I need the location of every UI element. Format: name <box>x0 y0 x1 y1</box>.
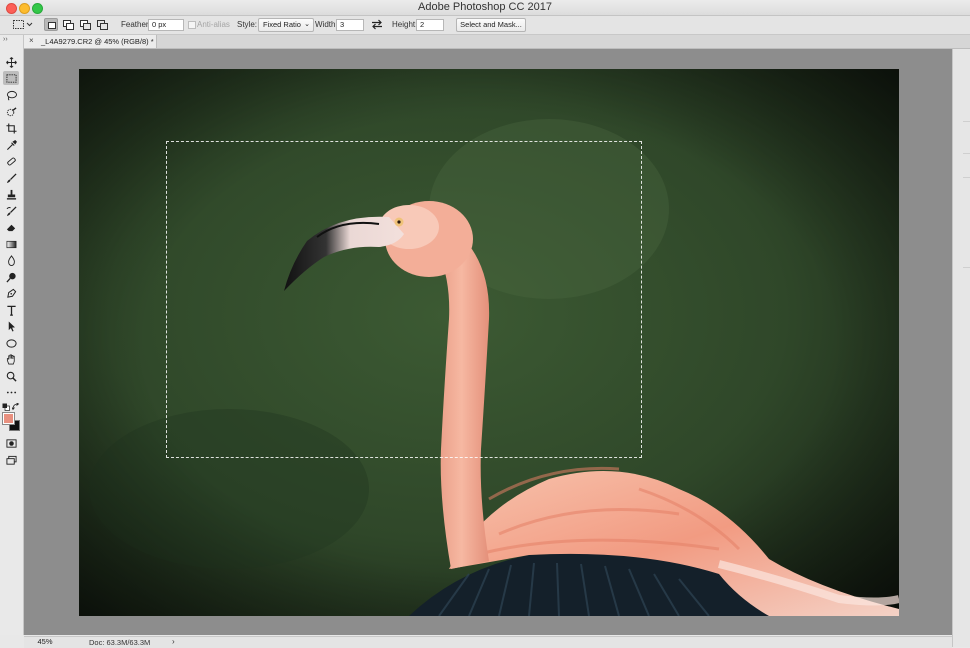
foreground-color-swatch[interactable] <box>2 412 15 425</box>
quick-selection-tool-icon[interactable] <box>3 105 19 119</box>
rectangular-marquee-tool-icon[interactable] <box>3 71 19 85</box>
eraser-tool-icon[interactable] <box>3 220 19 234</box>
blur-tool-icon[interactable] <box>3 253 19 267</box>
path-selection-tool-icon[interactable] <box>3 319 19 333</box>
subtract-from-selection-button[interactable] <box>78 18 92 31</box>
select-and-mask-button[interactable]: Select and Mask... <box>456 18 526 32</box>
width-input[interactable]: 3 <box>336 19 364 31</box>
status-menu-arrow-icon[interactable]: › <box>172 637 175 646</box>
selection-marquee[interactable] <box>166 141 642 458</box>
intersect-selection-button[interactable] <box>95 18 109 31</box>
document-tab-strip: × _L4A9279.CR2 @ 45% (RGB/8) * <box>24 35 970 49</box>
marquee-preset-icon <box>13 20 33 29</box>
swap-arrows-icon[interactable] <box>371 19 383 30</box>
chevron-down-icon: ⌄ <box>304 21 310 28</box>
collapse-panel-icon[interactable]: ›› <box>3 36 8 43</box>
feather-label: Feather: <box>121 20 151 29</box>
tool-preset-picker[interactable] <box>12 19 34 30</box>
lasso-tool-icon[interactable] <box>3 88 19 102</box>
hand-tool-icon[interactable] <box>3 352 19 366</box>
gradient-tool-icon[interactable] <box>3 237 19 251</box>
screen-mode-icon[interactable] <box>3 453 19 467</box>
quick-mask-icon[interactable] <box>3 436 19 450</box>
height-label: Height: <box>392 20 418 29</box>
ellipse-tool-icon[interactable] <box>3 336 19 350</box>
style-select-value: Fixed Ratio <box>263 20 301 29</box>
default-colors-icon[interactable] <box>2 402 10 411</box>
dodge-tool-icon[interactable] <box>3 270 19 284</box>
close-document-icon[interactable]: × <box>29 36 34 45</box>
type-tool-icon[interactable] <box>3 303 19 317</box>
title-bar: Adobe Photoshop CC 2017 <box>0 0 970 16</box>
right-panel-dock[interactable] <box>952 49 970 647</box>
new-selection-button[interactable] <box>44 18 58 31</box>
options-bar: Feather: 0 px Anti-alias Style: Fixed Ra… <box>0 16 970 35</box>
anti-alias-checkbox[interactable] <box>188 21 196 29</box>
pen-tool-icon[interactable] <box>3 286 19 300</box>
clone-stamp-icon[interactable] <box>3 187 19 201</box>
style-select[interactable]: Fixed Ratio ⌄ <box>258 18 314 32</box>
move-tool-icon[interactable] <box>3 55 19 69</box>
swap-colors-icon[interactable] <box>11 402 20 411</box>
tools-panel: ›› <box>0 35 24 635</box>
zoom-level-field[interactable]: 45% <box>28 637 62 647</box>
document-size-info: Doc: 63.3M/63.3M <box>89 638 151 647</box>
history-brush-icon[interactable] <box>3 204 19 218</box>
more-tools-icon[interactable] <box>3 385 19 399</box>
style-label: Style: <box>237 20 258 29</box>
app-title: Adobe Photoshop CC 2017 <box>418 1 552 13</box>
status-bar: 45% Doc: 63.3M/63.3M › <box>24 636 952 648</box>
zoom-tool-icon[interactable] <box>3 369 19 383</box>
document-tab-title: _L4A9279.CR2 @ 45% (RGB/8) * <box>41 37 154 46</box>
width-label: Width: <box>315 20 338 29</box>
eyedropper-tool-icon[interactable] <box>3 138 19 152</box>
height-input[interactable]: 2 <box>416 19 444 31</box>
document-tab[interactable]: × _L4A9279.CR2 @ 45% (RGB/8) * <box>24 35 157 48</box>
brush-tool-icon[interactable] <box>3 171 19 185</box>
add-to-selection-button[interactable] <box>61 18 75 31</box>
crop-tool-icon[interactable] <box>3 121 19 135</box>
anti-alias-label: Anti-alias <box>197 20 230 29</box>
spot-healing-brush-icon[interactable] <box>3 154 19 168</box>
feather-input[interactable]: 0 px <box>148 19 184 31</box>
